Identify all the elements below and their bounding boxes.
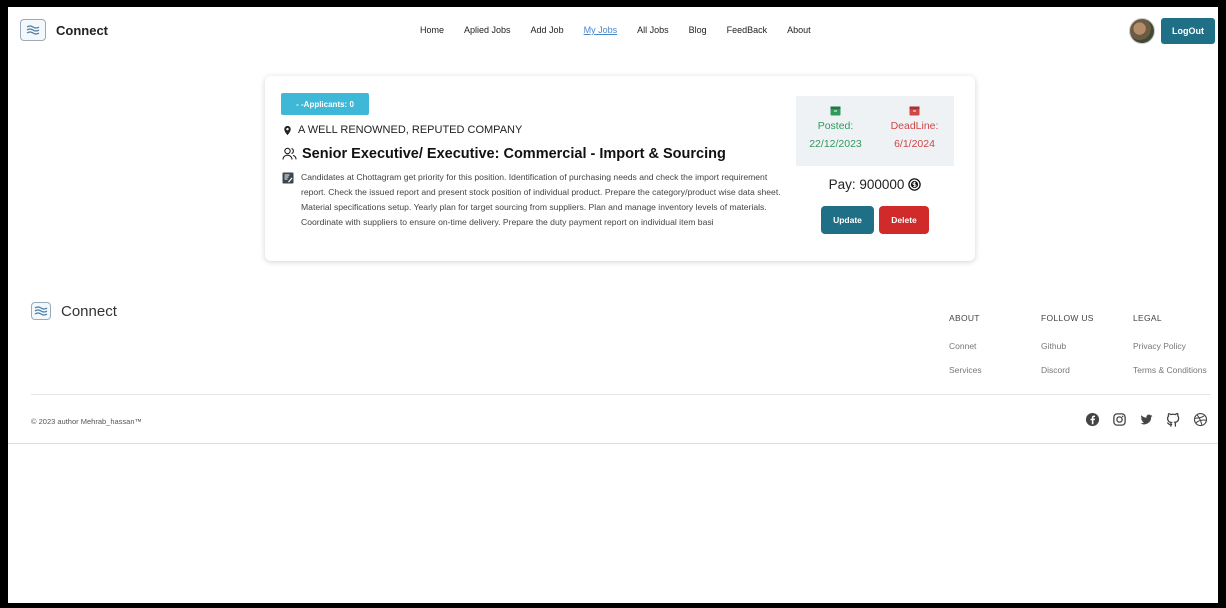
nav-links: Home Aplied Jobs Add Job My Jobs All Job… — [420, 25, 811, 35]
action-buttons: Update Delete — [796, 206, 954, 234]
posted-column: Posted: 22/12/2023 — [796, 105, 875, 166]
calendar-deadline-icon — [909, 106, 920, 116]
nav-all-jobs[interactable]: All Jobs — [637, 25, 669, 35]
nav-feedback[interactable]: FeedBack — [727, 25, 768, 35]
footer-heading-legal: LEGAL — [1133, 313, 1162, 323]
deadline-label: DeadLine: — [890, 120, 939, 132]
nav-my-jobs[interactable]: My Jobs — [584, 25, 618, 35]
github-icon[interactable] — [1166, 412, 1181, 427]
deadline-date: 6/1/2024 — [894, 138, 935, 150]
footer-link-services[interactable]: Services — [949, 365, 982, 375]
footer-logo-icon — [31, 302, 51, 320]
footer-brand-name: Connect — [61, 302, 117, 320]
applicants-label: - -Applicants: 0 — [296, 99, 354, 109]
footer-bottom-line — [8, 443, 1218, 444]
location-pin-icon — [284, 125, 291, 135]
dates-panel: Posted: 22/12/2023 DeadLine: 6/1/2024 — [796, 96, 954, 166]
nav-about[interactable]: About — [787, 25, 811, 35]
dollar-coin-icon — [908, 178, 922, 191]
logo-icon — [20, 19, 46, 41]
twitter-icon[interactable] — [1139, 412, 1154, 427]
delete-button[interactable]: Delete — [879, 206, 929, 234]
footer-link-privacy[interactable]: Privacy Policy — [1133, 341, 1207, 351]
facebook-icon[interactable] — [1085, 412, 1100, 427]
footer-brand[interactable]: Connect — [31, 302, 117, 320]
job-title: Senior Executive/ Executive: Commercial … — [302, 146, 726, 162]
edit-note-icon — [282, 172, 294, 184]
job-title-row: Senior Executive/ Executive: Commercial … — [282, 146, 726, 162]
navbar: Connect Home Aplied Jobs Add Job My Jobs… — [8, 7, 1218, 55]
deadline-column: DeadLine: 6/1/2024 — [875, 105, 954, 166]
footer-heading-follow: FOLLOW US — [1041, 313, 1094, 323]
footer-heading-about: ABOUT — [949, 313, 980, 323]
footer-col-legal: LEGAL Privacy Policy Terms & Conditions — [1133, 313, 1207, 389]
calendar-posted-icon — [830, 106, 841, 116]
company-row: A WELL RENOWNED, REPUTED COMPANY — [282, 124, 522, 136]
pay-label: Pay: 900000 — [828, 177, 905, 192]
brand-name: Connect — [56, 22, 108, 38]
logout-button[interactable]: LogOut — [1161, 18, 1215, 44]
applicants-badge[interactable]: - -Applicants: 0 — [281, 93, 369, 115]
social-links — [1085, 412, 1208, 427]
pay-row: Pay: 900000 — [796, 177, 954, 192]
footer-link-github[interactable]: Github — [1041, 341, 1094, 351]
footer-link-terms[interactable]: Terms & Conditions — [1133, 365, 1207, 375]
footer-link-connet[interactable]: Connet — [949, 341, 982, 351]
footer-col-follow: FOLLOW US Github Discord — [1041, 313, 1094, 389]
footer-link-discord[interactable]: Discord — [1041, 365, 1094, 375]
footer-col-about: ABOUT Connet Services — [949, 313, 982, 389]
dribbble-icon[interactable] — [1193, 412, 1208, 427]
instagram-icon[interactable] — [1112, 412, 1127, 427]
job-card: - -Applicants: 0 A WELL RENOWNED, REPUTE… — [265, 76, 975, 261]
update-button[interactable]: Update — [821, 206, 874, 234]
nav-add-job[interactable]: Add Job — [531, 25, 564, 35]
page: Connect Home Aplied Jobs Add Job My Jobs… — [8, 7, 1218, 603]
brand[interactable]: Connect — [20, 19, 108, 41]
avatar[interactable] — [1129, 18, 1155, 44]
nav-home[interactable]: Home — [420, 25, 444, 35]
posted-label: Posted: — [817, 120, 854, 132]
nav-blog[interactable]: Blog — [689, 25, 707, 35]
job-description: Candidates at Chottagram get priority fo… — [282, 170, 782, 230]
copyright: © 2023 author Mehrab_hassan™ — [31, 417, 143, 426]
nav-applied-jobs[interactable]: Aplied Jobs — [464, 25, 511, 35]
posted-date: 22/12/2023 — [809, 138, 862, 150]
footer-divider — [31, 394, 1211, 395]
users-icon — [282, 147, 297, 160]
company-name: A WELL RENOWNED, REPUTED COMPANY — [298, 124, 523, 136]
job-description-text: Candidates at Chottagram get priority fo… — [301, 172, 781, 227]
